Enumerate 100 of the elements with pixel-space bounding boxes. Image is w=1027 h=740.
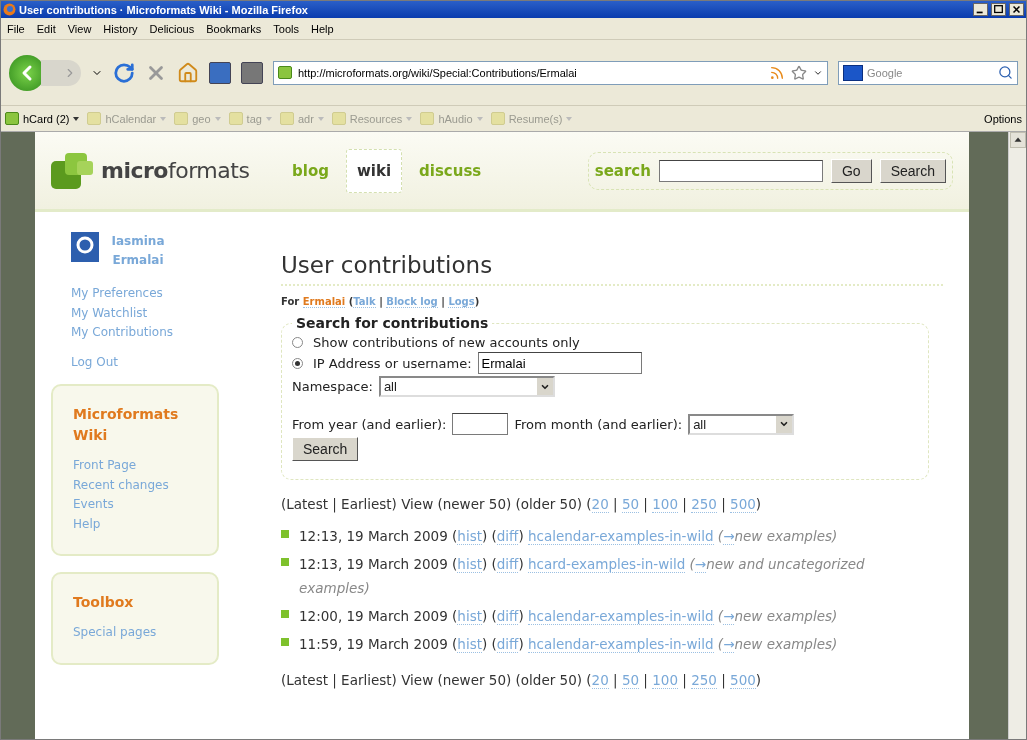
username-input[interactable]: Ermalai	[477, 352, 642, 374]
link[interactable]: →	[723, 636, 735, 653]
link[interactable]: diff	[496, 556, 519, 573]
search-field[interactable]: Google	[838, 60, 1018, 85]
link[interactable]: →	[694, 556, 707, 573]
panel-title: Toolbox	[73, 593, 134, 612]
link[interactable]: diff	[496, 608, 519, 625]
pager-text: (Latest | Earliest) View (newer 50) (older 50) (20 | 50 | 100 | 250 | 500)	[281, 496, 763, 512]
maximize-icon[interactable]	[991, 3, 1006, 16]
bookmark-item[interactable]: adr	[279, 112, 324, 125]
logo-icon[interactable]	[51, 152, 93, 189]
link[interactable]: hist	[457, 528, 482, 545]
reload-icon[interactable]	[113, 61, 135, 84]
sidebar-link[interactable]: Help	[73, 514, 101, 534]
site-logo[interactable]: microformats	[101, 158, 250, 183]
radio-button[interactable]	[292, 357, 303, 369]
user-link[interactable]: My Contributions	[71, 323, 174, 343]
year-input[interactable]	[452, 413, 509, 435]
panel-title: Microformats Wiki	[73, 405, 180, 445]
namespace-label: Namespace:	[292, 379, 373, 394]
sidebar-link[interactable]: Front Page	[73, 456, 137, 476]
user-link[interactable]: My Watchlist	[71, 303, 148, 323]
search-label: search	[594, 161, 651, 180]
page-subtitle: For Ermalai (Talk | Block log | Logs)	[281, 296, 481, 307]
menu-item[interactable]: Tools	[273, 22, 299, 35]
link[interactable]: hcalendar-examples-in-wild	[528, 608, 714, 625]
sidebar-link[interactable]: Events	[73, 495, 114, 515]
user-link[interactable]: Ermalai	[302, 296, 346, 308]
menu-item[interactable]: File	[7, 22, 25, 35]
link[interactable]: 50	[621, 496, 640, 513]
user-name[interactable]: Iasmina Ermalai	[103, 232, 173, 270]
menu-item[interactable]: View	[67, 22, 92, 35]
link[interactable]: diff	[496, 636, 519, 653]
search-input[interactable]	[658, 159, 823, 182]
bullet-icon	[281, 558, 289, 566]
minimize-icon[interactable]	[973, 3, 988, 16]
bookmark-item[interactable]: hCalendar	[87, 112, 167, 125]
menu-item[interactable]: History	[103, 22, 138, 35]
star-icon[interactable]	[791, 64, 807, 81]
rss-icon[interactable]	[769, 64, 785, 81]
nav-tab[interactable]: wiki	[345, 148, 403, 193]
link[interactable]: →	[723, 528, 735, 545]
menu-item[interactable]: Edit	[36, 22, 56, 35]
link[interactable]: 250	[691, 496, 717, 513]
close-icon[interactable]	[1009, 3, 1024, 16]
link[interactable]: 20	[591, 672, 609, 689]
search-button[interactable]: Search	[879, 158, 946, 183]
user-link[interactable]: My Preferences	[71, 284, 163, 304]
bookmark-item[interactable]: Resume(s)	[490, 112, 573, 125]
month-select[interactable]: all	[688, 413, 795, 435]
search-icon[interactable]	[998, 65, 1013, 80]
link[interactable]: 500	[730, 672, 756, 689]
link[interactable]: hcard-examples-in-wild	[528, 556, 686, 573]
link[interactable]: hcalendar-examples-in-wild	[528, 528, 714, 545]
bullet-icon	[281, 638, 289, 646]
link[interactable]: diff	[496, 528, 519, 545]
link[interactable]: Logs	[448, 296, 475, 308]
link[interactable]: 100	[652, 672, 678, 689]
scroll-up-icon[interactable]	[1009, 132, 1026, 148]
menu-item[interactable]: Help	[310, 22, 334, 35]
contribution-entry: 11:59, 19 March 2009 (hist) (diff) hcalendar-examples-in-wild (→new examples)	[299, 635, 839, 655]
caret-icon	[214, 116, 221, 121]
search-button[interactable]: Search	[292, 437, 359, 461]
link[interactable]: 100	[652, 496, 678, 513]
link[interactable]: →	[723, 608, 735, 625]
link[interactable]: Block log	[386, 296, 438, 308]
avatar-icon	[71, 232, 99, 262]
bullet-icon	[281, 530, 289, 538]
link[interactable]: 50	[621, 672, 640, 689]
logout-link[interactable]: Log Out	[71, 352, 118, 372]
bookmark-item[interactable]: tag	[228, 112, 272, 125]
sidebar-link[interactable]: Special pages	[73, 623, 157, 643]
link[interactable]: 500	[730, 496, 756, 513]
caret-icon	[406, 116, 413, 121]
menu-item[interactable]: Bookmarks	[206, 22, 262, 35]
link[interactable]: hcalendar-examples-in-wild	[528, 636, 714, 653]
nav-tab[interactable]: discuss	[408, 148, 493, 193]
bookmark-item[interactable]: geo	[174, 112, 221, 125]
bookmark-item[interactable]: hCard (2)	[5, 112, 80, 125]
menu-item[interactable]: Delicious	[149, 22, 195, 35]
nav-tab[interactable]: blog	[281, 148, 340, 193]
window-title: User contributions · Microformats Wiki - Mozilla Firefox	[19, 3, 309, 16]
link[interactable]: Talk	[353, 296, 376, 308]
link[interactable]: 20	[591, 496, 609, 513]
radio-button[interactable]	[292, 337, 303, 348]
link[interactable]: hist	[457, 608, 482, 625]
radio-label: IP Address or username:	[313, 355, 472, 371]
form-legend: Search for contributions	[292, 315, 493, 331]
bookmark-item[interactable]: Resources	[331, 112, 413, 125]
link[interactable]: hist	[457, 636, 482, 653]
namespace-select[interactable]: all	[378, 376, 555, 397]
bookmark-item[interactable]: hAudio	[420, 112, 483, 125]
options-button[interactable]: Options	[984, 112, 1022, 125]
address-field[interactable]: http://microformats.org/wiki/Special:Contributions/Ermalai	[273, 60, 828, 85]
sidebar-link[interactable]: Recent changes	[73, 475, 169, 495]
link[interactable]: hist	[457, 556, 482, 573]
caret-icon	[160, 116, 167, 121]
caret-icon	[476, 116, 483, 121]
link[interactable]: 250	[691, 672, 717, 689]
search-button[interactable]: Go	[830, 158, 872, 183]
